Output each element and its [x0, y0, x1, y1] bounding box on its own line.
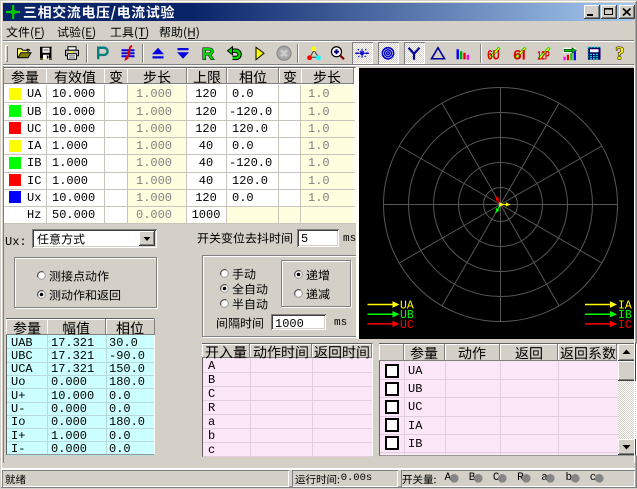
svg-text:6I: 6I	[513, 47, 526, 62]
svg-text:R: R	[202, 45, 214, 62]
svg-text:IC: IC	[618, 319, 632, 332]
svg-text:UC: UC	[400, 319, 414, 332]
svg-text:?: ?	[615, 45, 625, 62]
svg-text:6U: 6U	[487, 47, 500, 62]
svg-text:12P: 12P	[537, 48, 550, 62]
